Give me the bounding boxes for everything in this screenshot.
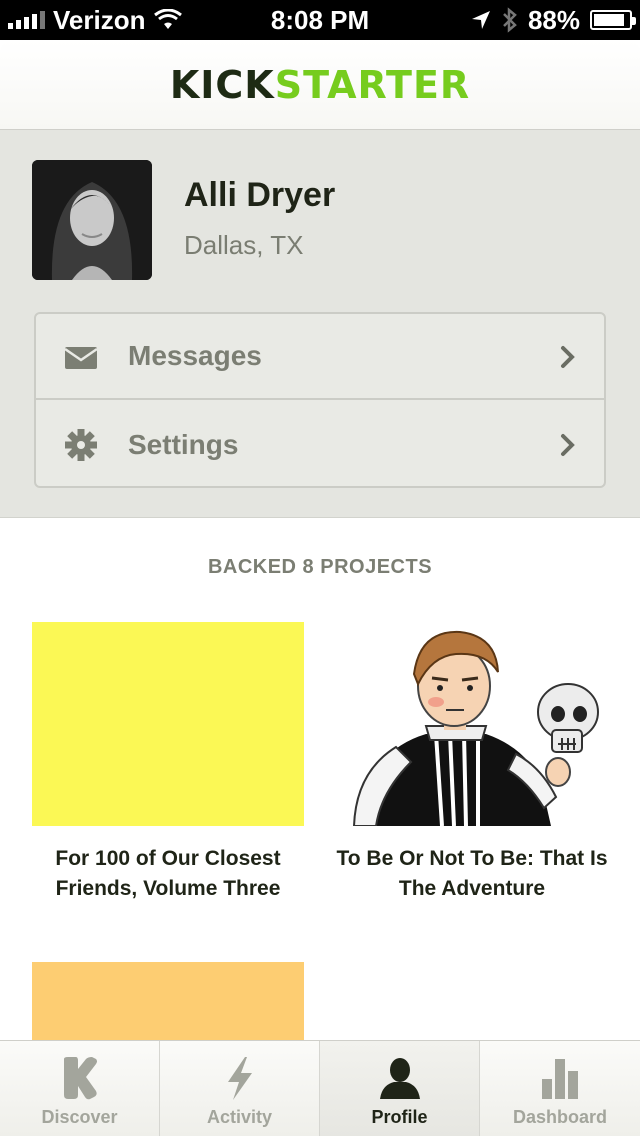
bluetooth-icon (503, 7, 517, 33)
kickstarter-k-icon (63, 1057, 97, 1100)
project-card[interactable]: For 100 of Our Closest Friends, Volume T… (32, 622, 304, 904)
lightning-icon (227, 1057, 252, 1100)
tab-profile-label: Profile (371, 1107, 428, 1127)
tab-profile[interactable]: Profile (320, 1041, 480, 1136)
kickstarter-logo: KICKSTARTER (170, 63, 470, 107)
tab-activity[interactable]: Activity (160, 1041, 320, 1136)
project-thumbnail[interactable] (32, 622, 304, 826)
person-icon (379, 1058, 420, 1099)
gear-icon (65, 429, 97, 461)
logo-kick: KICK (169, 62, 275, 107)
project-title[interactable]: To Be Or Not To Be: That Is The Adventur… (336, 844, 608, 904)
profile-menu: Messages Settings (34, 312, 606, 488)
project-thumbnail[interactable] (336, 622, 608, 827)
chevron-right-icon (561, 434, 575, 456)
tab-dashboard-label: Dashboard (512, 1107, 608, 1127)
avatar (32, 160, 152, 280)
app-header: KICKSTARTER (0, 40, 640, 130)
profile-section: Alli Dryer Dallas, TX Messages Settings (0, 130, 640, 518)
tab-discover-label: Discover (41, 1107, 118, 1127)
tab-dashboard[interactable]: Dashboard (480, 1041, 640, 1136)
status-right: 88% (470, 4, 636, 36)
chevron-right-icon (561, 346, 575, 368)
messages-label: Messages (128, 340, 262, 371)
status-bar: Verizon 8:08 PM 88% (0, 0, 640, 40)
tab-bar: Discover Activity Profile Dashboard (0, 1040, 640, 1136)
location-arrow-icon (471, 11, 490, 29)
battery-fill (594, 14, 624, 26)
tab-activity-label: Activity (206, 1107, 273, 1127)
backed-projects-heading: BACKED 8 PROJECTS (207, 556, 433, 578)
user-name: Alli Dryer (184, 176, 336, 214)
logo-starter: STARTER (274, 62, 471, 107)
user-location: Dallas, TX (184, 230, 304, 260)
avatar-photo (32, 160, 152, 280)
settings-row[interactable]: Settings (36, 402, 604, 486)
messages-row[interactable]: Messages (36, 314, 604, 400)
envelope-icon (64, 347, 98, 369)
tab-discover[interactable]: Discover (0, 1041, 160, 1136)
hamlet-skull-illustration (352, 630, 599, 827)
settings-label: Settings (128, 429, 239, 460)
project-title[interactable]: For 100 of Our Closest Friends, Volume T… (32, 844, 304, 904)
battery-percent: 88% (527, 4, 580, 35)
bar-chart-icon (542, 1059, 578, 1099)
battery-icon (590, 10, 636, 30)
project-card[interactable]: To Be Or Not To Be: That Is The Adventur… (336, 622, 608, 904)
